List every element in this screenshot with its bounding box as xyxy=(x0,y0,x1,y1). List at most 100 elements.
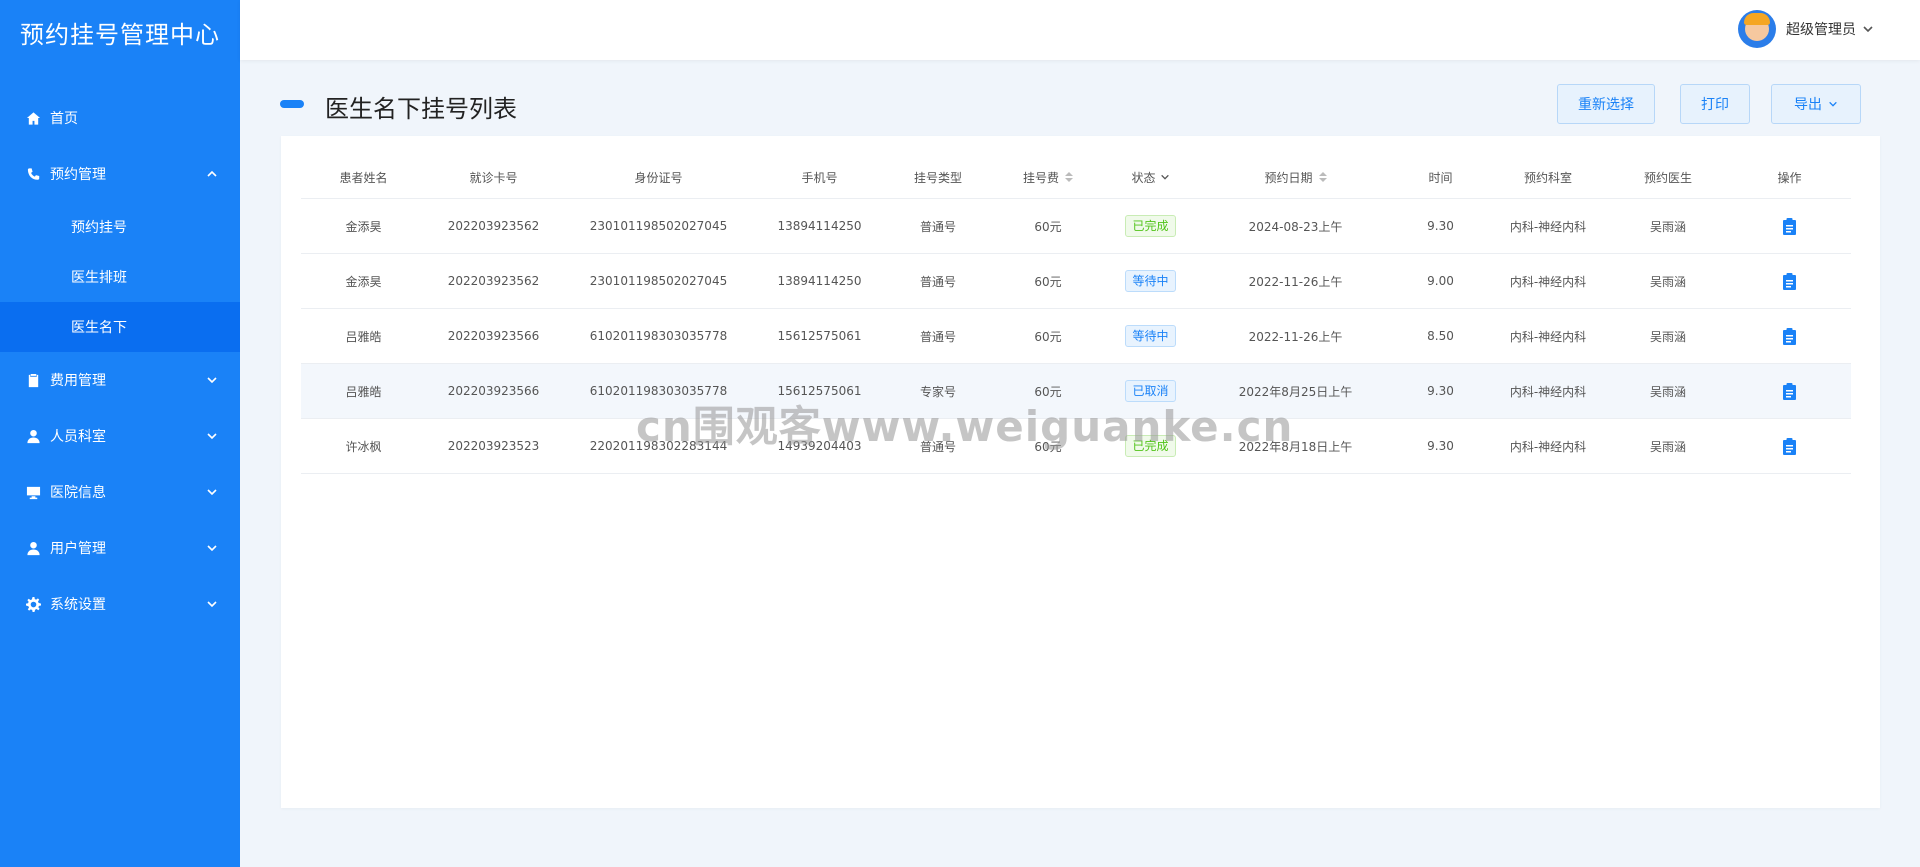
sidebar-item-label: 用户管理 xyxy=(50,541,106,557)
sidebar-item-home[interactable]: 首页 xyxy=(0,90,240,146)
cell-patient-name: 金添昊 xyxy=(345,219,382,234)
user-icon xyxy=(24,427,42,445)
cell-phone: 15612575061 xyxy=(777,329,862,343)
cell-date: 2022年8月25日上午 xyxy=(1238,384,1353,399)
cell-id-no: 610201198303035778 xyxy=(589,329,728,343)
status-badge: 已取消 xyxy=(1125,380,1176,402)
cell-id-no: 230101198502027045 xyxy=(589,219,728,233)
sidebar-item-appointment[interactable]: 预约管理 xyxy=(0,146,240,202)
cell-phone: 13894114250 xyxy=(777,274,862,288)
brand-title: 预约挂号管理中心 xyxy=(20,20,220,49)
clipboard-icon[interactable] xyxy=(1782,327,1797,345)
table-row: 金添昊 202203923562 230101198502027045 1389… xyxy=(301,254,1851,309)
sidebar-item-hospital[interactable]: 医院信息 xyxy=(0,464,240,520)
sort-icon[interactable] xyxy=(1065,172,1073,182)
col-header-status[interactable]: 状态 xyxy=(1103,169,1198,186)
cell-fee: 60元 xyxy=(1034,384,1062,399)
col-header-fee-label: 挂号费 xyxy=(1022,170,1059,185)
sidebar-subitem-booking[interactable]: 预约挂号 xyxy=(0,202,240,252)
cell-patient-name: 吕雅皓 xyxy=(345,329,382,344)
cell-patient-name: 吕雅皓 xyxy=(345,384,382,399)
cell-phone: 13894114250 xyxy=(777,219,862,233)
status-badge: 已完成 xyxy=(1125,435,1176,457)
cell-dept: 内科-神经内科 xyxy=(1509,384,1587,399)
cell-reg-type: 专家号 xyxy=(919,384,956,399)
cell-card-no: 202203923562 xyxy=(447,274,540,288)
sort-icon[interactable] xyxy=(1318,172,1327,182)
status-badge: 等待中 xyxy=(1125,325,1176,347)
chevron-down-icon xyxy=(1862,20,1874,39)
cell-date: 2022-11-26上午 xyxy=(1248,329,1343,344)
cell-status: 等待中 xyxy=(1103,325,1198,347)
cell-reg-type: 普通号 xyxy=(919,219,956,234)
cell-time: 9.00 xyxy=(1427,274,1454,288)
cell-doctor: 吴雨涵 xyxy=(1649,274,1686,289)
sidebar-subitem-schedule[interactable]: 医生排班 xyxy=(0,252,240,302)
print-button[interactable]: 打印 xyxy=(1680,84,1750,124)
sidebar-item-fees[interactable]: 费用管理 xyxy=(0,352,240,408)
cell-dept: 内科-神经内科 xyxy=(1509,329,1587,344)
registration-table: 患者姓名 就诊卡号 身份证号 手机号 挂号类型 挂号费 状态 预约日期 时间 预… xyxy=(301,156,1851,474)
status-badge: 已完成 xyxy=(1125,215,1176,237)
page-header: 医生名下挂号列表 重新选择 打印 导出 xyxy=(280,82,1864,126)
cell-time: 9.30 xyxy=(1427,219,1454,233)
export-button[interactable]: 导出 xyxy=(1771,84,1861,124)
title-accent xyxy=(280,100,304,108)
user-icon xyxy=(24,539,42,557)
table-card: 患者姓名 就诊卡号 身份证号 手机号 挂号类型 挂号费 状态 预约日期 时间 预… xyxy=(281,136,1880,808)
sidebar-item-users[interactable]: 用户管理 xyxy=(0,520,240,576)
sidebar-item-label: 系统设置 xyxy=(50,597,106,613)
reset-button[interactable]: 重新选择 xyxy=(1557,84,1655,124)
sidebar-item-label: 人员科室 xyxy=(50,429,106,445)
cell-action xyxy=(1728,437,1851,455)
cell-id-no: 220201198302283144 xyxy=(589,439,728,453)
cell-dept: 内科-神经内科 xyxy=(1509,274,1587,289)
sidebar: 预约挂号管理中心 首页 预约管理 预约挂号 医生排班 医生名下 费用管理 人员科… xyxy=(0,0,240,867)
table-row: 许冰枫 202203923523 220201198302283144 1493… xyxy=(301,419,1851,474)
export-button-label: 导出 xyxy=(1794,97,1822,113)
col-header-phone: 手机号 xyxy=(801,170,838,185)
table-row: 金添昊 202203923562 230101198502027045 1389… xyxy=(301,199,1851,254)
cell-id-no: 230101198502027045 xyxy=(589,274,728,288)
cell-id-no: 610201198303035778 xyxy=(589,384,728,398)
cell-card-no: 202203923566 xyxy=(447,329,540,343)
cell-time: 9.30 xyxy=(1427,439,1454,453)
col-header-card-no: 就诊卡号 xyxy=(469,170,518,185)
cell-action xyxy=(1728,272,1851,290)
filter-chevron-icon[interactable] xyxy=(1160,172,1170,182)
cell-patient-name: 许冰枫 xyxy=(345,439,382,454)
col-header-date[interactable]: 预约日期 xyxy=(1198,169,1393,186)
cell-action xyxy=(1728,327,1851,345)
cell-status: 已取消 xyxy=(1103,380,1198,402)
user-menu[interactable]: 超级管理员 xyxy=(1738,10,1874,48)
col-header-doctor: 预约医生 xyxy=(1643,170,1692,185)
status-badge: 等待中 xyxy=(1125,270,1176,292)
cell-reg-type: 普通号 xyxy=(919,439,956,454)
cell-dept: 内科-神经内科 xyxy=(1509,219,1587,234)
clipboard-icon[interactable] xyxy=(1782,272,1797,290)
cell-reg-type: 普通号 xyxy=(919,274,956,289)
appointment-submenu: 预约挂号 医生排班 医生名下 xyxy=(0,202,240,352)
chevron-down-icon xyxy=(206,598,218,610)
col-header-action: 操作 xyxy=(1777,170,1802,185)
clipboard-icon[interactable] xyxy=(1782,382,1797,400)
cell-doctor: 吴雨涵 xyxy=(1649,439,1686,454)
col-header-fee[interactable]: 挂号费 xyxy=(993,169,1103,186)
chevron-down-icon xyxy=(206,486,218,498)
cell-fee: 60元 xyxy=(1034,329,1062,344)
clipboard-icon[interactable] xyxy=(1782,217,1797,235)
cell-status: 已完成 xyxy=(1103,215,1198,237)
cell-fee: 60元 xyxy=(1034,219,1062,234)
clipboard-icon[interactable] xyxy=(1782,437,1797,455)
chevron-down-icon xyxy=(206,430,218,442)
col-header-status-label: 状态 xyxy=(1131,170,1156,185)
col-header-time: 时间 xyxy=(1428,170,1453,185)
cell-phone: 14939204403 xyxy=(777,439,862,453)
cell-action xyxy=(1728,382,1851,400)
sidebar-subitem-doctor-list[interactable]: 医生名下 xyxy=(0,302,240,352)
table-header-row: 患者姓名 就诊卡号 身份证号 手机号 挂号类型 挂号费 状态 预约日期 时间 预… xyxy=(301,156,1851,199)
sidebar-item-label: 费用管理 xyxy=(50,373,106,389)
phone-icon xyxy=(24,165,42,183)
sidebar-item-settings[interactable]: 系统设置 xyxy=(0,576,240,632)
sidebar-item-staff[interactable]: 人员科室 xyxy=(0,408,240,464)
